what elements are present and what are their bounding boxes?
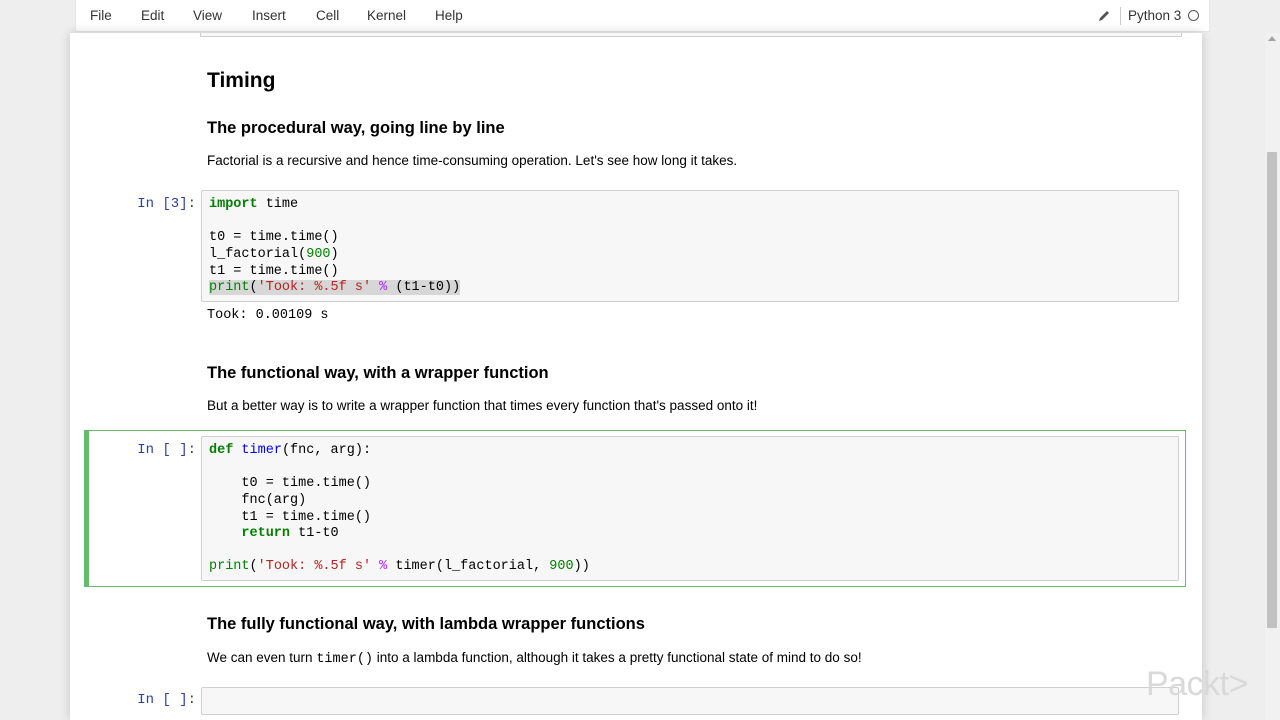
inline-code: timer()	[316, 652, 374, 667]
paragraph-lambda: We can even turn timer() into a lambda f…	[207, 650, 862, 667]
code-line: t1 = time.time()	[209, 264, 339, 279]
cell2-code-editor[interactable]: def timer(fnc, arg): t0 = time.time() fn…	[201, 436, 1179, 581]
code-line: def timer(fnc, arg):	[209, 443, 372, 458]
menu-cell[interactable]: Cell	[316, 8, 339, 23]
menu-view[interactable]: View	[193, 8, 222, 23]
menu-kernel[interactable]: Kernel	[367, 8, 406, 23]
paragraph-functional: But a better way is to write a wrapper f…	[207, 398, 758, 413]
code-line-selected: print('Took: %.5f s' % (t1-t0))	[209, 280, 461, 295]
menubar-container	[75, 0, 1210, 32]
heading-timing: Timing	[207, 69, 276, 92]
menu-file[interactable]: File	[90, 8, 112, 23]
cell1-prompt: In [3]:	[137, 196, 196, 212]
code-line: print('Took: %.5f s' % timer(l_factorial…	[209, 559, 590, 574]
code-line: return t1-t0	[241, 526, 339, 541]
paragraph-procedural: Factorial is a recursive and hence time-…	[207, 153, 738, 168]
previous-cell-edge	[200, 33, 1182, 37]
menubar: File Edit View Insert Cell Kernel Help P…	[0, 0, 1280, 33]
code-line: t0 = time.time()	[209, 230, 339, 245]
cell2-prompt: In [ ]:	[137, 442, 196, 458]
kernel-separator	[1120, 7, 1121, 25]
menu-insert[interactable]: Insert	[252, 8, 286, 23]
cell3-code-editor[interactable]	[201, 687, 1179, 715]
code-line: t0 = time.time()	[209, 476, 372, 491]
packt-watermark: Packt>	[1146, 665, 1248, 703]
heading-procedural: The procedural way, going line by line	[207, 119, 505, 137]
menu-help[interactable]: Help	[435, 8, 463, 23]
cell1-code-editor[interactable]: import time t0 = time.time() l_factorial…	[201, 190, 1179, 302]
code-line: t1 = time.time()	[209, 510, 372, 525]
code-line: l_factorial(900)	[209, 247, 339, 262]
cell3-prompt: In [ ]:	[137, 692, 196, 708]
menu-edit[interactable]: Edit	[141, 8, 164, 23]
scroll-up-arrow-icon[interactable]	[1268, 36, 1276, 41]
kernel-name: Python 3	[1128, 8, 1182, 23]
pencil-icon[interactable]	[1097, 9, 1111, 23]
kernel-idle-circle-icon	[1188, 10, 1199, 21]
code-line: fnc(arg)	[209, 493, 307, 508]
heading-lambda: The fully functional way, with lambda wr…	[207, 615, 645, 633]
cell1-output: Took: 0.00109 s	[207, 308, 329, 323]
scrollbar-thumb[interactable]	[1267, 152, 1277, 628]
code-line: import time	[209, 197, 299, 212]
heading-functional: The functional way, with a wrapper funct…	[207, 364, 549, 382]
